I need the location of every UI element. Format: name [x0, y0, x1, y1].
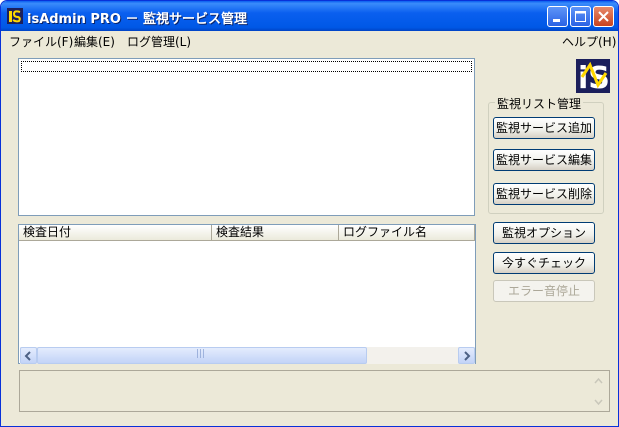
menu-help[interactable]: ヘルプ(H): [562, 33, 616, 50]
maximize-button[interactable]: [570, 6, 591, 27]
column-log-filename[interactable]: ログファイル名: [339, 225, 475, 240]
scroll-up-icon[interactable]: [591, 373, 606, 388]
scroll-thumb-grip: |||: [196, 349, 206, 359]
menu-bar: ファイル(F) 編集(E) ログ管理(L) ヘルプ(H): [1, 31, 618, 50]
scroll-left-button[interactable]: [20, 347, 37, 364]
isadmin-logo-icon: iS: [576, 59, 610, 93]
watch-service-list[interactable]: [18, 58, 475, 216]
focus-row: [21, 61, 472, 72]
minimize-button[interactable]: [547, 6, 568, 27]
status-text-area[interactable]: [19, 370, 610, 412]
column-check-date[interactable]: 検査日付: [19, 225, 212, 240]
scroll-right-button[interactable]: [458, 347, 475, 364]
check-now-button[interactable]: 今すぐチェック: [493, 252, 595, 274]
close-icon: [598, 11, 609, 22]
maximize-icon: [575, 11, 586, 22]
menu-edit[interactable]: 編集(E): [74, 33, 115, 50]
scroll-down-icon[interactable]: [591, 394, 606, 409]
log-list[interactable]: 検査日付 検査結果 ログファイル名 |||: [18, 224, 476, 364]
title-bar[interactable]: isAdmin PRO － 監視サービス管理: [1, 1, 618, 31]
log-list-header: 検査日付 検査結果 ログファイル名: [19, 225, 475, 241]
menu-file[interactable]: ファイル(F): [9, 33, 73, 50]
add-service-button[interactable]: 監視サービス追加: [493, 117, 595, 139]
app-icon: [7, 8, 23, 24]
stop-error-sound-button: エラー音停止: [493, 280, 595, 302]
close-button[interactable]: [593, 6, 614, 27]
arrow-right-icon: [464, 351, 471, 361]
menu-log[interactable]: ログ管理(L): [127, 33, 191, 50]
minimize-icon: [553, 19, 560, 22]
watch-list-group-label: 監視リスト管理: [495, 95, 584, 112]
scroll-thumb[interactable]: |||: [37, 347, 367, 364]
arrow-left-icon: [24, 351, 31, 361]
watch-options-button[interactable]: 監視オプション: [493, 222, 595, 244]
horizontal-scrollbar[interactable]: |||: [20, 347, 475, 364]
window-title: isAdmin PRO － 監視サービス管理: [27, 12, 247, 27]
edit-service-button[interactable]: 監視サービス編集: [493, 149, 595, 171]
delete-service-button[interactable]: 監視サービス削除: [493, 183, 595, 205]
column-check-result[interactable]: 検査結果: [212, 225, 339, 240]
app-window: isAdmin PRO － 監視サービス管理 ファイル(F) 編集(E) ログ管…: [0, 0, 619, 427]
